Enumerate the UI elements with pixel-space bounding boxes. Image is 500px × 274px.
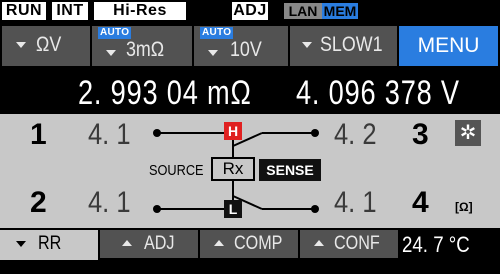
- terminal-3-value: 4. 2: [334, 118, 377, 151]
- terminal-1-number: 1: [30, 118, 47, 151]
- speed-button[interactable]: SLOW1: [290, 26, 397, 66]
- connection-diagram: 1 4. 1 2 4. 1 4. 2 3 4. 1 4 H L SOURCE R…: [0, 114, 500, 228]
- chevron-down-icon: [208, 50, 218, 56]
- menu-button[interactable]: MENU: [399, 26, 498, 66]
- tab-conf-label: CONF: [334, 233, 380, 254]
- terminal-2-number: 2: [30, 186, 47, 219]
- run-indicator: RUN: [2, 2, 46, 20]
- tab-adj[interactable]: ADJ: [100, 230, 198, 258]
- range-label: 3mΩ: [126, 38, 165, 61]
- chevron-up-icon: [314, 240, 324, 246]
- sense-label: SENSE: [259, 159, 321, 181]
- function-label: ΩV: [36, 33, 62, 56]
- tab-comp[interactable]: COMP: [200, 230, 298, 258]
- control-row: ΩV AUTO 3mΩ AUTO 10V SLOW1 MENU: [0, 26, 500, 66]
- hires-indicator: Hi-Res: [94, 2, 186, 20]
- terminal-3-number: 3: [412, 118, 429, 151]
- high-terminal-badge: H: [224, 122, 242, 140]
- mem-indicator: MEM: [322, 3, 358, 19]
- voltage-range-label: 10V: [230, 38, 262, 61]
- range-button[interactable]: AUTO 3mΩ: [92, 26, 192, 66]
- temperature-reading: 24. 7 °C: [402, 232, 470, 257]
- tab-rr-label: RR: [38, 233, 62, 254]
- rx-label: Rx: [211, 157, 255, 181]
- chevron-down-icon: [302, 42, 312, 48]
- terminal-4-value: 4. 1: [334, 186, 377, 219]
- meter-screen: RUN INT Hi-Res ADJ LAN MEM ΩV AUTO 3mΩ A…: [0, 0, 500, 274]
- chevron-down-icon: [16, 42, 26, 48]
- voltage-auto-badge: AUTO: [200, 27, 234, 39]
- chevron-down-icon: [16, 241, 26, 247]
- function-button[interactable]: ΩV: [2, 26, 90, 66]
- source-label: SOURCE: [149, 162, 204, 179]
- tab-rr[interactable]: RR: [0, 230, 98, 260]
- adj-indicator: ADJ: [232, 2, 268, 20]
- status-bar: RUN INT Hi-Res ADJ LAN MEM: [0, 0, 500, 22]
- lan-indicator: LAN: [284, 3, 322, 19]
- measurement-readout: 2. 993 04 mΩ 4. 096 378 V: [0, 70, 500, 114]
- chevron-up-icon: [214, 240, 224, 246]
- terminal-4-number: 4: [412, 186, 429, 219]
- tab-adj-label: ADJ: [144, 233, 175, 254]
- voltage-reading: 4. 096 378 V: [296, 74, 460, 112]
- terminal-1-value: 4. 1: [88, 118, 131, 151]
- tab-conf[interactable]: CONF: [300, 230, 398, 258]
- chevron-up-icon: [122, 240, 132, 246]
- tab-comp-label: COMP: [234, 233, 283, 254]
- unit-label: [Ω]: [455, 200, 473, 214]
- resistance-reading: 2. 993 04 mΩ: [78, 74, 252, 112]
- chevron-down-icon: [106, 50, 116, 56]
- low-terminal-badge: L: [224, 200, 242, 218]
- int-indicator: INT: [52, 2, 88, 20]
- terminal-2-value: 4. 1: [88, 186, 131, 219]
- speed-label: SLOW1: [320, 33, 383, 56]
- voltage-range-button[interactable]: AUTO 10V: [194, 26, 288, 66]
- gear-icon[interactable]: ✲: [455, 120, 481, 146]
- bottom-bar: RR ADJ COMP CONF 24. 7 °C: [0, 230, 500, 274]
